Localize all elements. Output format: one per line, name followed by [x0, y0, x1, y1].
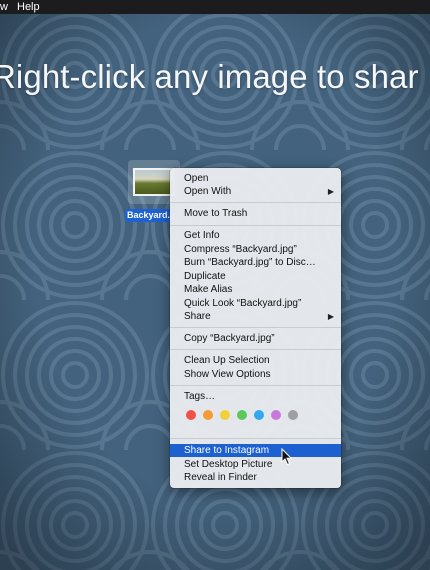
- menu-item-share-to-instagram[interactable]: Share to Instagram: [170, 444, 341, 457]
- menu-item-copy[interactable]: Copy “Backyard.jpg”: [170, 332, 341, 345]
- menu-item-make-alias[interactable]: Make Alias: [170, 283, 341, 296]
- menu-item-burn[interactable]: Burn “Backyard.jpg” to Disc…: [170, 256, 341, 269]
- menu-item-label: Tags…: [184, 391, 216, 402]
- menu-item-label: Quick Look “Backyard.jpg”: [184, 298, 302, 309]
- tag-color-dot[interactable]: [203, 410, 213, 420]
- tag-color-dot[interactable]: [271, 410, 281, 420]
- tag-color-dot[interactable]: [220, 410, 230, 420]
- menu-item-duplicate[interactable]: Duplicate: [170, 270, 341, 283]
- menu-item-label: Set Desktop Picture: [184, 459, 273, 470]
- menu-item-set-desktop-picture[interactable]: Set Desktop Picture: [170, 458, 341, 471]
- menu-item-label: Open: [184, 173, 209, 184]
- menu-separator: [170, 438, 341, 439]
- menu-item-label: Open With: [184, 186, 232, 197]
- menu-item-show-view-options[interactable]: Show View Options: [170, 368, 341, 381]
- menu-item-open[interactable]: Open: [170, 172, 341, 185]
- menu-item-label: Duplicate: [184, 271, 226, 282]
- menu-item-move-to-trash[interactable]: Move to Trash: [170, 207, 341, 220]
- menu-separator: [170, 225, 341, 226]
- tag-color-dot[interactable]: [237, 410, 247, 420]
- menu-item-label: Burn “Backyard.jpg” to Disc…: [184, 257, 316, 268]
- menu-item-reveal-in-finder[interactable]: Reveal in Finder: [170, 471, 341, 484]
- menu-item-label: Get Info: [184, 230, 220, 241]
- menu-item-label: Copy “Backyard.jpg”: [184, 333, 275, 344]
- menu-item-clean-up-selection[interactable]: Clean Up Selection: [170, 354, 341, 367]
- menu-item-label: Share to Instagram: [184, 445, 270, 456]
- tag-color-dot[interactable]: [254, 410, 264, 420]
- menu-item-get-info[interactable]: Get Info: [170, 229, 341, 242]
- menu-item-quick-look[interactable]: Quick Look “Backyard.jpg”: [170, 297, 341, 310]
- context-menu: Open Open With ▶ Move to Trash Get Info C…: [170, 168, 341, 488]
- tag-color-dot[interactable]: [288, 410, 298, 420]
- menubar-item-partial[interactable]: w: [0, 0, 8, 14]
- menu-item-label: Reveal in Finder: [184, 472, 257, 483]
- tag-color-dot[interactable]: [186, 410, 196, 420]
- menu-separator: [170, 202, 341, 203]
- menu-item-compress[interactable]: Compress “Backyard.jpg”: [170, 243, 341, 256]
- file-name-label[interactable]: Backyard.jpg: [125, 209, 175, 222]
- menu-bar: w Help: [0, 0, 430, 14]
- menu-item-label: Show View Options: [184, 369, 271, 380]
- submenu-arrow-icon: ▶: [327, 312, 334, 321]
- menu-item-label: Clean Up Selection: [184, 355, 270, 366]
- menu-item-label: Move to Trash: [184, 208, 248, 219]
- mouse-pointer-icon: [281, 448, 293, 466]
- menu-item-label: Share: [184, 311, 211, 322]
- menu-item-label: Compress “Backyard.jpg”: [184, 244, 297, 255]
- headline-text: Right-click any image to shar: [0, 58, 419, 95]
- menu-separator: [170, 327, 341, 328]
- menu-separator: [170, 385, 341, 386]
- menu-item-share[interactable]: Share ▶: [170, 310, 341, 323]
- menu-separator: [170, 349, 341, 350]
- menubar-help[interactable]: Help: [17, 0, 40, 14]
- menu-item-open-with[interactable]: Open With ▶: [170, 185, 341, 198]
- photo-thumbnail: [133, 168, 175, 196]
- menu-item-tags[interactable]: Tags…: [170, 390, 341, 403]
- submenu-arrow-icon: ▶: [327, 187, 334, 196]
- menu-item-label: Make Alias: [184, 284, 233, 295]
